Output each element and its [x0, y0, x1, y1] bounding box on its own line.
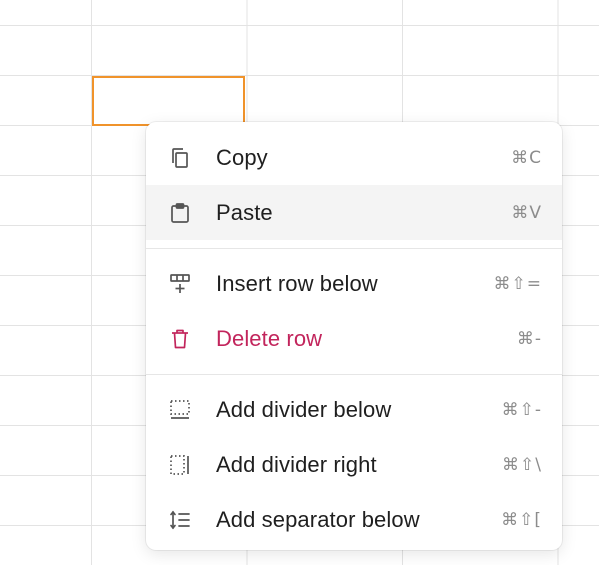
copy-icon [168, 146, 192, 170]
menu-item-add-separator-below[interactable]: Add separator below ⌘⇧[ [146, 492, 562, 547]
menu-item-add-divider-below[interactable]: Add divider below ⌘⇧- [146, 382, 562, 437]
menu-item-label: Delete row [216, 325, 323, 351]
selected-cell[interactable] [92, 76, 245, 126]
divider-below-icon [168, 398, 192, 422]
menu-item-shortcut: ⌘⇧- [501, 399, 542, 420]
menu-item-shortcut: ⌘C [511, 147, 542, 168]
menu-item-copy[interactable]: Copy ⌘C [146, 130, 562, 185]
menu-item-label: Add divider right [216, 451, 377, 477]
menu-item-insert-row-below[interactable]: Insert row below ⌘⇧= [146, 256, 562, 311]
menu-item-add-divider-right[interactable]: Add divider right ⌘⇧\ [146, 437, 562, 492]
menu-item-label: Add separator below [216, 506, 420, 532]
menu-item-shortcut: ⌘⇧= [493, 273, 542, 294]
menu-item-shortcut: ⌘⇧\ [502, 454, 542, 475]
menu-item-delete-row[interactable]: Delete row ⌘- [146, 311, 562, 366]
menu-item-label: Paste [216, 199, 273, 225]
menu-item-label: Add divider below [216, 396, 392, 422]
menu-item-paste[interactable]: Paste ⌘V [146, 185, 562, 240]
menu-item-shortcut: ⌘V [511, 202, 542, 223]
divider-right-icon [168, 453, 192, 477]
menu-separator [146, 374, 562, 375]
menu-separator [146, 248, 562, 249]
separator-icon [168, 508, 192, 532]
menu-item-label: Copy [216, 144, 268, 170]
clipboard-icon [168, 201, 192, 225]
menu-item-shortcut: ⌘- [516, 328, 542, 349]
trash-icon [168, 327, 192, 351]
menu-item-shortcut: ⌘⇧[ [501, 509, 542, 530]
context-menu: Copy ⌘C Paste ⌘V Insert row below ⌘⇧= De… [146, 122, 562, 550]
insert-row-icon [168, 272, 192, 296]
menu-item-label: Insert row below [216, 270, 378, 296]
